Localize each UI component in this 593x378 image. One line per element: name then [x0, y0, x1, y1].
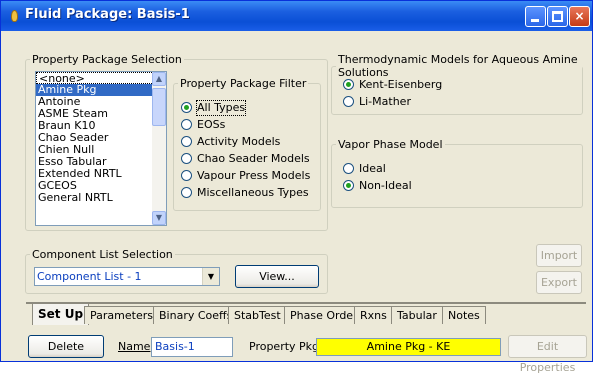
radio-button[interactable] [181, 102, 192, 113]
scroll-down-button[interactable]: ▼ [152, 211, 166, 225]
radio-button[interactable] [181, 170, 192, 181]
import-button[interactable]: Import [536, 244, 582, 267]
filter-option-label: Chao Seader Models [197, 152, 310, 165]
tab-strip-divider [26, 302, 586, 304]
app-icon [11, 10, 18, 22]
chevron-down-icon[interactable]: ▼ [202, 268, 219, 285]
tab-rxns[interactable]: Rxns [354, 306, 393, 324]
property-pkg-field: Amine Pkg - KE [316, 338, 501, 356]
window-title: Fluid Package: Basis-1 [25, 7, 190, 22]
scroll-thumb[interactable] [152, 88, 166, 126]
export-button[interactable]: Export [536, 271, 582, 294]
radio-button[interactable] [181, 119, 192, 130]
radio-button[interactable] [343, 96, 354, 107]
thermo-models-legend: Thermodynamic Models for Aqueous Amine S… [338, 53, 578, 79]
component-list-value: Component List - 1 [37, 270, 142, 283]
component-list-legend: Component List Selection [32, 248, 173, 261]
tab-parameters[interactable]: Parameters [84, 306, 159, 324]
name-field[interactable]: Basis-1 [151, 337, 233, 357]
radio-button[interactable] [343, 163, 354, 174]
fluid-package-window: Fluid Package: Basis-1 × Property Packag… [0, 0, 593, 374]
filter-option-label: Activity Models [197, 135, 281, 148]
radio-button[interactable] [181, 153, 192, 164]
radio-button[interactable] [181, 136, 192, 147]
maximize-button[interactable] [547, 6, 568, 27]
name-label: Name [118, 340, 151, 353]
thermo-option-label: Kent-Eisenberg [359, 78, 443, 91]
tab-phase-order[interactable]: Phase Order [284, 306, 364, 324]
filter-option-label: EOSs [197, 118, 226, 131]
minimize-icon [531, 19, 539, 22]
tab-stabtest[interactable]: StabTest [228, 306, 287, 324]
tab-tabular[interactable]: Tabular [391, 306, 443, 324]
tab-notes[interactable]: Notes [442, 306, 486, 324]
tab-set-up[interactable]: Set Up [32, 303, 90, 325]
property-package-selection-legend: Property Package Selection [32, 53, 182, 66]
vapor-phase-legend: Vapor Phase Model [338, 138, 443, 151]
filter-option-label: All Types [195, 100, 247, 116]
filter-option-label: Vapour Press Models [197, 169, 311, 182]
tab-binary-coeffs[interactable]: Binary Coeffs [153, 306, 239, 324]
close-button[interactable]: × [569, 6, 590, 27]
component-list-dropdown[interactable]: Component List - 1 ▼ [34, 267, 220, 286]
property-package-filter-legend: Property Package Filter [180, 77, 307, 90]
vapor-option-label: Non-Ideal [359, 179, 412, 192]
minimize-button[interactable] [525, 6, 546, 27]
scroll-up-button[interactable]: ▲ [152, 72, 166, 86]
delete-button[interactable]: Delete [28, 335, 104, 358]
radio-button[interactable] [343, 79, 354, 90]
maximize-icon [552, 11, 563, 22]
vapor-option-label: Ideal [359, 162, 386, 175]
radio-button[interactable] [181, 187, 192, 198]
view-button[interactable]: View... [235, 265, 319, 288]
property-pkg-label: Property Pkg [249, 340, 320, 353]
edit-properties-button[interactable]: Edit Properties [508, 335, 587, 374]
property-package-list[interactable]: <none> Amine Pkg Antoine ASME Steam Brau… [35, 71, 167, 226]
radio-button[interactable] [343, 180, 354, 191]
close-icon: × [574, 9, 585, 23]
list-item[interactable]: General NRTL [36, 192, 166, 204]
filter-option-label: Miscellaneous Types [197, 186, 309, 199]
title-bar[interactable]: Fluid Package: Basis-1 × [1, 1, 592, 31]
list-scrollbar[interactable]: ▲ ▼ [152, 72, 166, 225]
thermo-option-label: Li-Mather [359, 95, 411, 108]
